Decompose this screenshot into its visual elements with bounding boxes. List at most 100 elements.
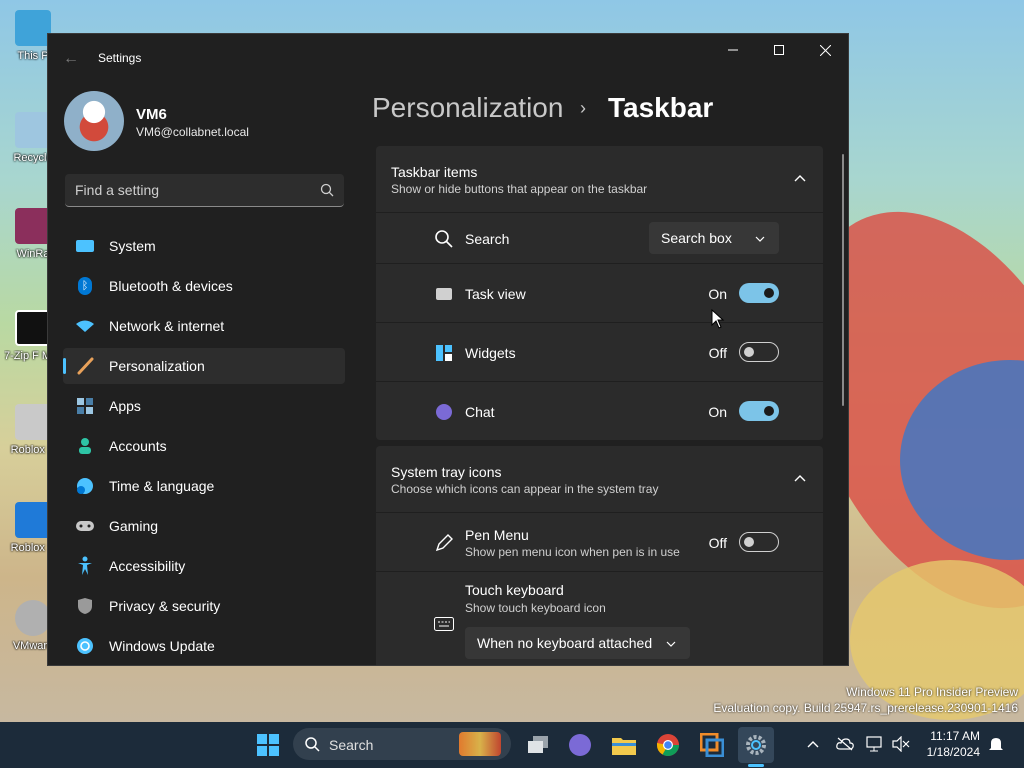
sidebar-item-accessibility[interactable]: Accessibility [63,548,345,584]
scrollbar[interactable] [842,154,844,406]
close-button[interactable] [802,34,848,66]
sidebar-item-time-language[interactable]: Time & language [63,468,345,504]
vmware-icon [700,733,724,757]
pen-menu-toggle[interactable] [739,532,779,552]
task-view-button[interactable] [520,727,556,763]
setting-label: Chat [465,404,495,420]
sidebar-nav: System ᛒ Bluetooth & devices Network & i… [63,228,345,665]
user-email: VM6@collabnet.local [136,125,249,139]
taskbar: Search 11:17 AM 1/18/2024 [0,722,1024,768]
recycle-bin-icon [15,112,51,148]
volume-tray-button[interactable] [892,735,910,753]
setting-label: Pen Menu [465,527,529,543]
pen-icon [435,534,453,552]
chevron-up-icon[interactable] [793,471,807,485]
monitor-icon [15,10,51,46]
chrome-button[interactable] [650,727,686,763]
minimize-icon [728,49,738,51]
sidebar-item-bluetooth[interactable]: ᛒ Bluetooth & devices [63,268,345,304]
chat-toggle[interactable] [739,401,779,421]
search-mode-dropdown[interactable]: Search box [649,222,779,254]
widgets-toggle[interactable] [739,342,779,362]
search-input[interactable] [75,174,305,206]
clock-time[interactable]: 11:17 AM [930,729,980,743]
watermark-edition: Windows 11 Pro Insider Preview [846,685,1018,699]
bell-icon [989,738,1003,750]
system-tray-header[interactable]: System tray icons Choose which icons can… [376,446,823,512]
taskbar-items-header[interactable]: Taskbar items Show or hide buttons that … [376,146,823,212]
touch-keyboard-dropdown[interactable]: When no keyboard attached [465,627,690,659]
breadcrumb-parent[interactable]: Personalization [372,92,563,124]
file-explorer-icon [612,738,636,755]
sidebar-item-network[interactable]: Network & internet [63,308,345,344]
avatar[interactable] [64,91,124,151]
sidebar-item-system[interactable]: System [63,228,345,264]
sidebar-item-label: Privacy & security [109,598,221,614]
maximize-button[interactable] [756,34,802,66]
sidebar-item-personalization[interactable]: Personalization [63,348,345,384]
active-app-indicator [748,764,764,767]
roblox-icon [15,404,51,440]
vmware-icon [15,600,51,636]
minimize-button[interactable] [710,34,756,66]
settings-window: ← Settings VM6 VM6@collabnet.local Syste… [47,33,849,666]
maximize-icon [774,45,784,55]
sidebar-item-apps[interactable]: Apps [63,388,345,424]
monitor-icon [75,236,95,256]
taskbar-search-label: Search [329,737,374,753]
setting-row-task-view: Task view On [376,263,823,322]
onedrive-tray-button[interactable] [836,735,854,753]
gamepad-icon [75,516,95,536]
setting-description: Show pen menu icon when pen is in use [465,545,680,559]
start-button[interactable] [250,727,286,763]
setting-label: Touch keyboard [465,582,564,598]
section-subtitle: Choose which icons can appear in the sys… [391,482,659,496]
notifications-button[interactable] [987,735,1005,753]
chevron-down-icon [666,641,676,647]
toggle-state-label: Off [708,535,727,551]
cloud-offline-icon [836,737,854,751]
taskbar-search-box[interactable]: Search [293,728,511,760]
clock-date[interactable]: 1/18/2024 [927,745,980,759]
toggle-state-label: On [708,286,727,302]
sidebar-item-label: Accounts [109,438,167,454]
search-icon[interactable] [320,183,334,197]
chat-button[interactable] [562,727,598,763]
task-view-toggle[interactable] [739,283,779,303]
title-bar[interactable]: ← Settings [48,34,848,82]
sidebar-item-gaming[interactable]: Gaming [63,508,345,544]
sidebar-item-label: Bluetooth & devices [109,278,233,294]
find-setting-search[interactable] [65,174,344,207]
chevron-down-icon [755,236,765,242]
sidebar-item-windows-update[interactable]: Windows Update [63,628,345,664]
sidebar-item-label: Accessibility [109,558,186,574]
section-title: Taskbar items [391,164,478,180]
vmware-button[interactable] [694,727,730,763]
sidebar-item-label: Windows Update [109,638,215,654]
person-icon [75,436,95,456]
sidebar-item-accounts[interactable]: Accounts [63,428,345,464]
sidebar-item-label: Personalization [109,358,205,374]
shield-icon [75,596,95,616]
toggle-state-label: On [708,404,727,420]
setting-label: Search [465,231,510,247]
wifi-icon [75,316,95,336]
setting-row-search: Search Search box [376,212,823,263]
chevron-up-icon[interactable] [793,171,807,185]
setting-row-widgets: Widgets Off [376,322,823,381]
apps-icon [75,396,95,416]
chevron-up-icon [807,741,819,748]
settings-content: Taskbar items Show or hide buttons that … [376,146,823,665]
task-view-icon [434,284,454,304]
back-button[interactable]: ← [60,48,82,70]
show-hidden-icons-button[interactable] [804,735,822,753]
chat-icon [434,402,454,422]
sidebar-item-privacy[interactable]: Privacy & security [63,588,345,624]
file-explorer-button[interactable] [606,727,642,763]
chrome-icon [657,734,679,756]
network-tray-button[interactable] [866,735,884,753]
bluetooth-icon: ᛒ [75,276,95,296]
roblox-studio-icon [15,502,51,538]
volume-muted-icon [892,736,910,752]
settings-button[interactable] [738,727,774,763]
